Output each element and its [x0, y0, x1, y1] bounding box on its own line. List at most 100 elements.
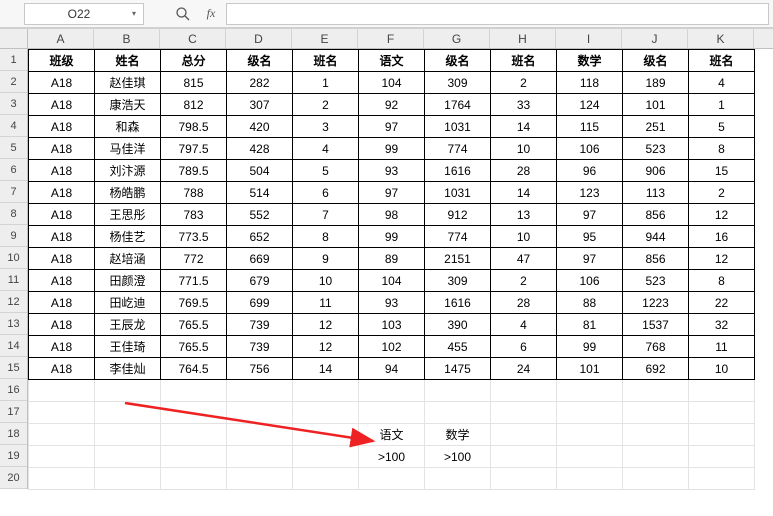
cell[interactable]: A18 — [29, 248, 95, 270]
cell[interactable] — [293, 424, 359, 446]
cell[interactable]: 1031 — [425, 116, 491, 138]
cell[interactable] — [95, 424, 161, 446]
row-header[interactable]: 13 — [0, 313, 27, 335]
cell[interactable]: 774 — [425, 138, 491, 160]
cell[interactable]: 772 — [161, 248, 227, 270]
cell[interactable]: 1223 — [623, 292, 689, 314]
cell[interactable]: 语文 — [359, 424, 425, 446]
formula-input[interactable] — [226, 3, 769, 25]
cell[interactable] — [689, 446, 755, 468]
cell[interactable]: 756 — [227, 358, 293, 380]
cell[interactable]: 5 — [689, 116, 755, 138]
cell[interactable]: 级名 — [425, 50, 491, 72]
cell[interactable]: 班名 — [491, 50, 557, 72]
cell[interactable]: 杨皓鹏 — [95, 182, 161, 204]
cell[interactable]: 10 — [689, 358, 755, 380]
cell[interactable] — [95, 468, 161, 490]
cell[interactable] — [359, 380, 425, 402]
cell[interactable]: >100 — [425, 446, 491, 468]
row-header[interactable]: 11 — [0, 269, 27, 291]
cell[interactable]: 282 — [227, 72, 293, 94]
cell[interactable]: A18 — [29, 314, 95, 336]
chevron-down-icon[interactable]: ▾ — [129, 9, 139, 19]
cell[interactable] — [227, 402, 293, 424]
cell[interactable]: A18 — [29, 116, 95, 138]
cell[interactable] — [623, 468, 689, 490]
cell[interactable] — [557, 468, 623, 490]
cell[interactable]: 24 — [491, 358, 557, 380]
cell[interactable]: 班级 — [29, 50, 95, 72]
cell[interactable]: 10 — [491, 138, 557, 160]
cell[interactable]: 118 — [557, 72, 623, 94]
cell[interactable]: 12 — [689, 204, 755, 226]
cell[interactable]: 783 — [161, 204, 227, 226]
cell[interactable] — [227, 468, 293, 490]
cell[interactable]: 1 — [689, 94, 755, 116]
row-header[interactable]: 15 — [0, 357, 27, 379]
cell[interactable]: 97 — [359, 182, 425, 204]
row-header[interactable]: 17 — [0, 401, 27, 423]
cell[interactable]: 789.5 — [161, 160, 227, 182]
cell[interactable] — [29, 424, 95, 446]
cell[interactable]: 98 — [359, 204, 425, 226]
name-box[interactable]: O22 ▾ — [24, 3, 144, 25]
cell[interactable]: A18 — [29, 72, 95, 94]
cell[interactable] — [557, 424, 623, 446]
cell[interactable]: 514 — [227, 182, 293, 204]
cell[interactable]: 8 — [293, 226, 359, 248]
cell[interactable] — [227, 424, 293, 446]
cell[interactable]: 12 — [293, 336, 359, 358]
column-header[interactable]: C — [160, 29, 226, 48]
cell[interactable]: 2151 — [425, 248, 491, 270]
cell[interactable]: 11 — [689, 336, 755, 358]
cell[interactable] — [29, 380, 95, 402]
cell[interactable] — [557, 446, 623, 468]
cell[interactable] — [227, 446, 293, 468]
row-header[interactable]: 18 — [0, 423, 27, 445]
cell[interactable]: 4 — [491, 314, 557, 336]
cell[interactable]: 2 — [491, 72, 557, 94]
cell[interactable]: 97 — [557, 204, 623, 226]
cell[interactable]: 杨佳艺 — [95, 226, 161, 248]
cell[interactable]: A18 — [29, 336, 95, 358]
cell[interactable] — [29, 446, 95, 468]
cell[interactable]: A18 — [29, 138, 95, 160]
cell[interactable] — [623, 446, 689, 468]
cell[interactable]: A18 — [29, 226, 95, 248]
cell[interactable] — [491, 380, 557, 402]
cell[interactable]: 王佳琦 — [95, 336, 161, 358]
cell[interactable]: 679 — [227, 270, 293, 292]
row-header[interactable]: 8 — [0, 203, 27, 225]
cell[interactable] — [689, 468, 755, 490]
cell[interactable]: 251 — [623, 116, 689, 138]
cell[interactable]: 级名 — [623, 50, 689, 72]
fx-icon[interactable]: fx — [202, 5, 220, 23]
cell[interactable] — [293, 468, 359, 490]
column-header[interactable]: A — [28, 29, 94, 48]
cell[interactable]: 6 — [293, 182, 359, 204]
cell[interactable]: 14 — [293, 358, 359, 380]
cell[interactable] — [293, 446, 359, 468]
cell[interactable]: 16 — [689, 226, 755, 248]
cell[interactable] — [425, 402, 491, 424]
cell[interactable]: 和森 — [95, 116, 161, 138]
cell[interactable]: 王辰龙 — [95, 314, 161, 336]
row-header[interactable]: 2 — [0, 71, 27, 93]
cell[interactable]: 692 — [623, 358, 689, 380]
cell[interactable]: 赵培涵 — [95, 248, 161, 270]
cell[interactable]: 8 — [689, 270, 755, 292]
cell[interactable]: 28 — [491, 160, 557, 182]
cell[interactable]: 552 — [227, 204, 293, 226]
cell[interactable]: 103 — [359, 314, 425, 336]
cell[interactable]: 田屹迪 — [95, 292, 161, 314]
cell[interactable]: 769.5 — [161, 292, 227, 314]
cell[interactable]: 数学 — [425, 424, 491, 446]
row-header[interactable]: 16 — [0, 379, 27, 401]
cell[interactable]: 93 — [359, 160, 425, 182]
cell[interactable]: 32 — [689, 314, 755, 336]
cell[interactable]: 1616 — [425, 292, 491, 314]
cell[interactable]: 788 — [161, 182, 227, 204]
cell[interactable]: 104 — [359, 270, 425, 292]
cell[interactable]: 99 — [359, 138, 425, 160]
cell[interactable]: 康浩天 — [95, 94, 161, 116]
